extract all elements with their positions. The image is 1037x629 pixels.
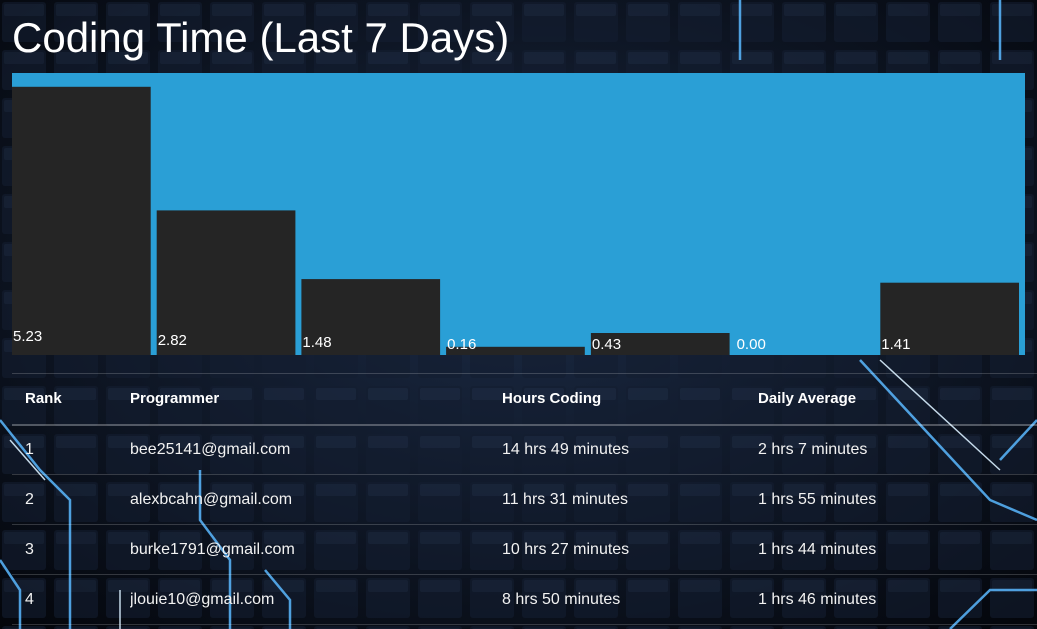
coding-time-chart: 5.23 2.82 1.48 0.16 0.43 0.00 1.41 [12,73,1025,355]
hours-coding-cell: 11 hrs 31 minutes [502,490,628,508]
table-row: 1 bee25141@gmail.com 14 hrs 49 minutes 2… [12,425,1037,475]
leaderboard-table-wrap: Rank Programmer Hours Coding Daily Avera… [12,373,1037,625]
chart-value-label: 0.00 [737,336,766,353]
programmer-cell: jlouie10@gmail.com [130,590,275,608]
daily-average-header[interactable]: Daily Average [758,374,1037,425]
rank-cell: 2 [25,490,34,508]
table-row: 4 jlouie10@gmail.com 8 hrs 50 minutes 1 … [12,575,1037,625]
table-row: 3 burke1791@gmail.com 10 hrs 27 minutes … [12,525,1037,575]
daily-average-cell: 1 hrs 44 minutes [758,540,877,558]
hours-coding-header[interactable]: Hours Coding [502,374,758,425]
rank-cell: 4 [25,590,34,608]
table-row: 2 alexbcahn@gmail.com 11 hrs 31 minutes … [12,475,1037,525]
page-title: Coding Time (Last 7 Days) [12,14,510,61]
hours-coding-cell: 14 hrs 49 minutes [502,440,630,458]
hours-coding-cell: 10 hrs 27 minutes [502,540,630,558]
chart-value-label: 1.41 [881,336,910,353]
programmer-cell: alexbcahn@gmail.com [130,490,293,508]
daily-average-cell: 1 hrs 55 minutes [758,490,877,508]
daily-average-cell: 1 hrs 46 minutes [758,590,877,608]
chart-bar [12,86,151,355]
daily-average-cell: 2 hrs 7 minutes [758,440,868,458]
chart-value-label: 0.43 [592,336,621,353]
rank-cell: 3 [25,540,34,558]
programmer-header[interactable]: Programmer [130,374,502,425]
chart-value-label: 2.82 [158,332,187,349]
programmer-cell: bee25141@gmail.com [130,440,291,458]
chart-value-label: 5.23 [13,328,42,345]
rank-header[interactable]: Rank [12,374,130,425]
chart-value-label: 0.16 [447,336,476,353]
programmer-cell: burke1791@gmail.com [130,540,295,558]
leaderboard-table: Rank Programmer Hours Coding Daily Avera… [12,373,1037,625]
hours-coding-cell: 8 hrs 50 minutes [502,590,621,608]
table-header-row: Rank Programmer Hours Coding Daily Avera… [12,373,1037,425]
rank-cell: 1 [25,440,34,458]
chart-svg: 5.23 2.82 1.48 0.16 0.43 0.00 1.41 [12,73,1025,355]
chart-value-label: 1.48 [302,334,331,351]
